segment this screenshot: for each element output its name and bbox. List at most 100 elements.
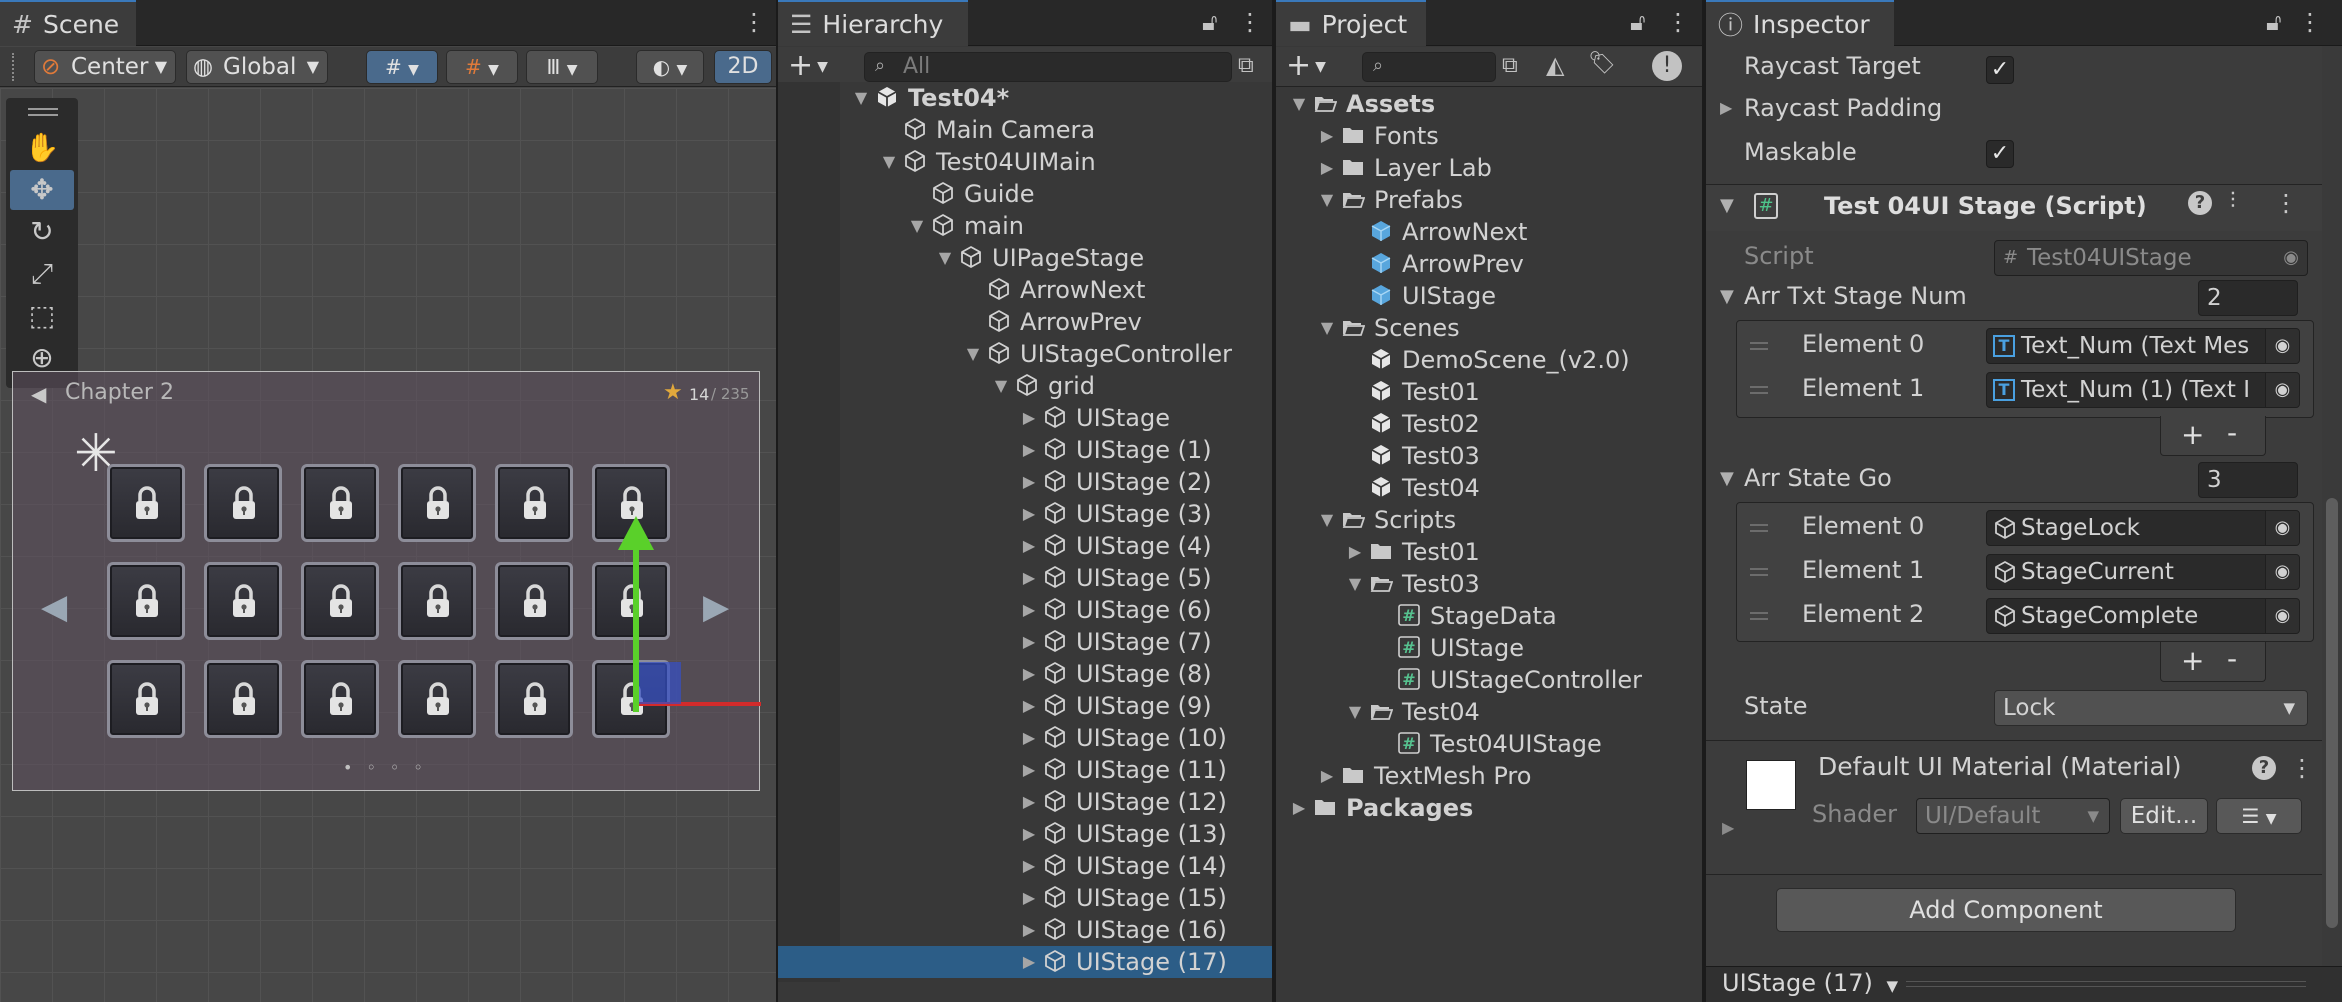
label-tag-icon[interactable]: 🏷︎ xyxy=(1588,51,1616,76)
expand-right-arrow-icon[interactable]: ▶ xyxy=(1020,466,1038,498)
hierarchy-item[interactable]: ▶ UIStage (15) xyxy=(778,882,1272,914)
hierarchy-item[interactable]: ▶ UIStage (14) xyxy=(778,850,1272,882)
hierarchy-item[interactable]: ▶ UIStage (16) xyxy=(778,914,1272,946)
expand-right-arrow-icon[interactable]: ▶ xyxy=(1020,626,1038,658)
hierarchy-item[interactable]: Main Camera xyxy=(778,114,1272,146)
stage-lock-cell[interactable] xyxy=(495,562,573,640)
expand-down-arrow-icon[interactable]: ▼ xyxy=(1290,88,1308,120)
arr-state-size-field[interactable]: 3 xyxy=(2198,462,2298,498)
expand-arrow-icon[interactable]: ▶ xyxy=(1722,818,1734,837)
object-picker-icon[interactable]: ◉ xyxy=(2265,555,2299,589)
expand-down-arrow-icon[interactable]: ▼ xyxy=(992,370,1010,402)
object-picker-icon[interactable]: ◉ xyxy=(2265,329,2299,363)
expand-down-arrow-icon[interactable]: ▼ xyxy=(936,242,954,274)
shading-button[interactable]: ◐ ▼ xyxy=(636,50,704,84)
hierarchy-item[interactable]: ▼ UIPageStage xyxy=(778,242,1272,274)
drag-handle-icon[interactable] xyxy=(1750,612,1768,620)
scale-tool-icon[interactable]: ⤢ xyxy=(22,254,62,294)
rotate-tool-icon[interactable]: ↻ xyxy=(22,212,62,252)
hierarchy-item[interactable]: ▼ Test04* xyxy=(778,82,1272,114)
expand-right-arrow-icon[interactable]: ▶ xyxy=(1020,658,1038,690)
project-item[interactable]: Test03 xyxy=(1276,440,1702,472)
stage-lock-cell[interactable] xyxy=(107,660,185,738)
hierarchy-item[interactable]: ▼ Test04UIMain xyxy=(778,146,1272,178)
collapse-arrow-icon[interactable]: ▼ xyxy=(1720,286,1734,307)
stage-lock-cell[interactable] xyxy=(204,562,282,640)
state-dropdown[interactable]: Lock ▼ xyxy=(1994,690,2308,726)
filter-type-icon[interactable]: ◭ xyxy=(1546,51,1564,79)
expand-right-arrow-icon[interactable]: ▶ xyxy=(1020,562,1038,594)
expand-down-arrow-icon[interactable]: ▼ xyxy=(852,82,870,114)
object-reference-field[interactable]: T Text_Num (1) (Text I ◉ xyxy=(1986,372,2300,408)
stage-lock-cell[interactable] xyxy=(301,562,379,640)
move-tool-icon[interactable]: ✥ xyxy=(10,170,74,210)
mode-2d-button[interactable]: 2D xyxy=(714,50,772,84)
project-item[interactable]: ▼ Test04 xyxy=(1276,696,1702,728)
project-item[interactable]: Test01 xyxy=(1276,376,1702,408)
object-picker-icon[interactable]: ◉ xyxy=(2265,599,2299,633)
project-item[interactable]: # UIStage xyxy=(1276,632,1702,664)
project-item[interactable]: ▼ Test03 xyxy=(1276,568,1702,600)
tab-project[interactable]: ▬ Project xyxy=(1276,0,1426,46)
hierarchy-item[interactable]: ▶ UIStage (3) xyxy=(778,498,1272,530)
arr-txt-label[interactable]: Arr Txt Stage Num xyxy=(1744,282,1967,310)
maskable-checkbox[interactable]: ✓ xyxy=(1986,140,2014,168)
hierarchy-item[interactable]: ▶ UIStage (5) xyxy=(778,562,1272,594)
hierarchy-item[interactable]: ▶ UIStage (9) xyxy=(778,690,1272,722)
add-element-button[interactable]: + xyxy=(2181,418,2204,451)
stage-lock-cell[interactable] xyxy=(398,660,476,738)
expand-down-arrow-icon[interactable]: ▼ xyxy=(1318,312,1336,344)
hierarchy-item[interactable]: ArrowNext xyxy=(778,274,1272,306)
expand-right-arrow-icon[interactable]: ▶ xyxy=(1020,722,1038,754)
increment-snap-button[interactable]: # ▼ xyxy=(446,50,518,84)
drag-handle-icon[interactable] xyxy=(1750,386,1768,394)
scene-viewport[interactable]: ✋ ✥ ↻ ⤢ ⬚ ⊕ ◀ Chapter 2 ★ 14 / 235 ◀ ▶ •… xyxy=(0,88,776,1002)
expand-right-arrow-icon[interactable]: ▶ xyxy=(1020,946,1038,978)
kebab-menu-icon[interactable]: ⋮ xyxy=(1238,8,1262,36)
shader-dropdown[interactable]: UI/Default ▼ xyxy=(1916,798,2110,834)
project-item[interactable]: ▼ Assets xyxy=(1276,88,1702,120)
hierarchy-item[interactable]: ▶ UIStage (4) xyxy=(778,530,1272,562)
project-item[interactable]: ▼ Scripts xyxy=(1276,504,1702,536)
expand-down-arrow-icon[interactable]: ▼ xyxy=(1346,696,1364,728)
stage-lock-cell[interactable] xyxy=(495,464,573,542)
expand-right-arrow-icon[interactable]: ▶ xyxy=(1020,850,1038,882)
ruler-button[interactable]: Ⅲ ▼ xyxy=(526,50,598,84)
game-canvas[interactable]: ◀ Chapter 2 ★ 14 / 235 ◀ ▶ •◦◦◦ xyxy=(12,371,761,791)
hierarchy-item[interactable]: ▼ grid xyxy=(778,370,1272,402)
expand-right-arrow-icon[interactable]: ▶ xyxy=(1020,914,1038,946)
project-item[interactable]: Test02 xyxy=(1276,408,1702,440)
stage-lock-cell[interactable] xyxy=(301,464,379,542)
expand-right-arrow-icon[interactable]: ▶ xyxy=(1020,818,1038,850)
expand-right-arrow-icon[interactable]: ▶ xyxy=(1318,120,1336,152)
inspector-scrollbar[interactable] xyxy=(2322,46,2342,966)
space-dropdown[interactable]: ◍ Global ▼ xyxy=(186,50,328,84)
expand-right-arrow-icon[interactable]: ▶ xyxy=(1020,498,1038,530)
raycast-target-checkbox[interactable]: ✓ xyxy=(1986,56,2014,84)
stage-lock-cell[interactable] xyxy=(204,464,282,542)
hierarchy-item[interactable]: ▶ UIStage (1) xyxy=(778,434,1272,466)
stage-lock-cell[interactable] xyxy=(592,562,670,640)
tab-inspector[interactable]: ⓘ Inspector xyxy=(1706,0,1894,46)
arr-state-label[interactable]: Arr State Go xyxy=(1744,464,1892,492)
pivot-dropdown[interactable]: ⊘ Center ▼ xyxy=(34,50,176,84)
hand-tool-icon[interactable]: ✋ xyxy=(22,128,62,168)
project-item[interactable]: ▶ Layer Lab xyxy=(1276,152,1702,184)
object-reference-field[interactable]: T Text_Num (Text Mes ◉ xyxy=(1986,328,2300,364)
expand-down-arrow-icon[interactable]: ▼ xyxy=(880,146,898,178)
collapse-arrow-icon[interactable]: ▼ xyxy=(1720,468,1734,489)
hierarchy-item[interactable]: ▶ UIStage (10) xyxy=(778,722,1272,754)
scrollbar-thumb[interactable] xyxy=(2326,498,2338,928)
expand-down-arrow-icon[interactable]: ▼ xyxy=(1318,184,1336,216)
expand-arrow-icon[interactable]: ▶ xyxy=(1720,98,1732,117)
rect-tool-icon[interactable]: ⬚ xyxy=(22,296,62,336)
warning-icon[interactable]: ! xyxy=(1652,51,1682,81)
help-icon[interactable]: ? xyxy=(2252,756,2276,780)
expand-right-arrow-icon[interactable]: ▶ xyxy=(1020,530,1038,562)
tab-scene[interactable]: # Scene xyxy=(0,0,136,46)
project-item[interactable]: # UIStageController xyxy=(1276,664,1702,696)
project-item[interactable]: Test04 xyxy=(1276,472,1702,504)
project-item[interactable]: ▼ Prefabs xyxy=(1276,184,1702,216)
remove-element-button[interactable]: - xyxy=(2227,642,2237,675)
object-picker-icon[interactable]: ◉ xyxy=(2283,241,2299,275)
